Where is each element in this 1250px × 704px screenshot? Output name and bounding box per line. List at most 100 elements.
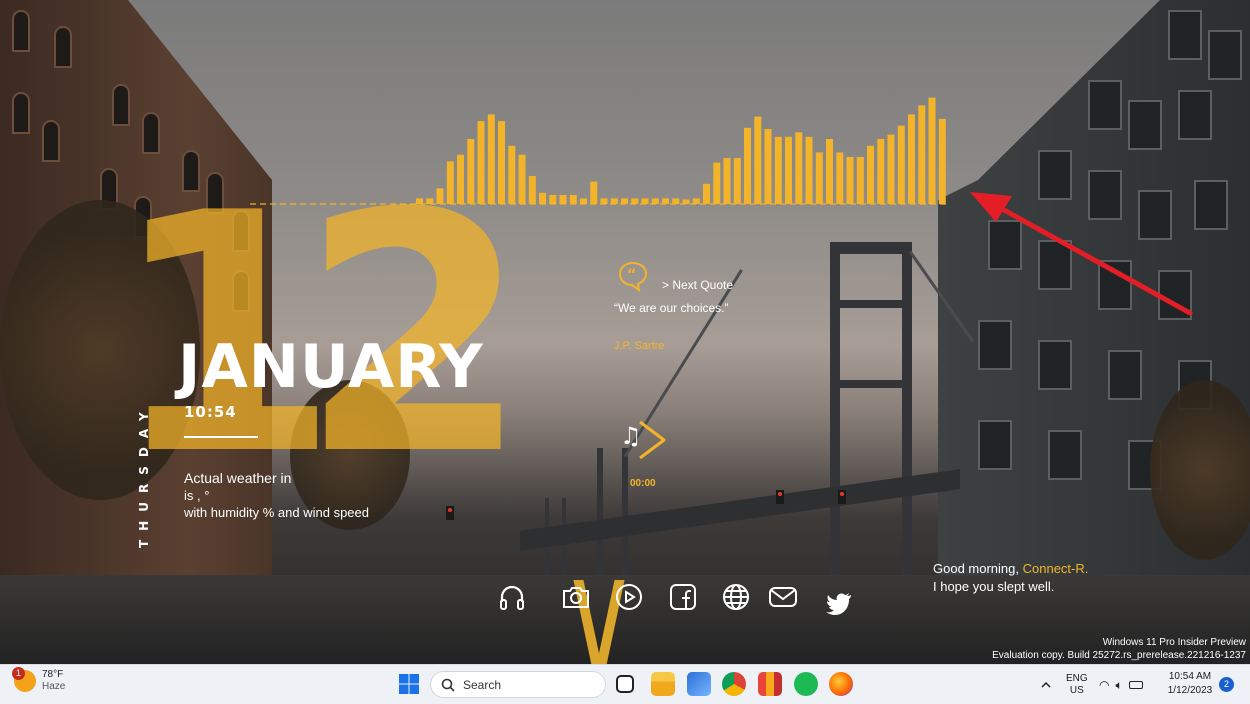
svg-text:“: “ bbox=[627, 267, 636, 283]
taskbar-clock[interactable]: 10:54 AM 1/12/2023 bbox=[1160, 670, 1220, 698]
traffic-signal bbox=[838, 490, 846, 504]
play-icon[interactable] bbox=[612, 580, 646, 614]
bridge-tower-beam bbox=[838, 300, 908, 308]
system-tray-icons[interactable]: ◠ 🔈︎ bbox=[1099, 665, 1143, 704]
visualizer-bar bbox=[662, 198, 669, 204]
bridge-tower-far bbox=[597, 448, 603, 576]
visualizer-bar bbox=[528, 176, 536, 204]
task-view-icon[interactable] bbox=[616, 675, 634, 693]
tree bbox=[1150, 380, 1250, 560]
taskbar-weather[interactable]: 1 78°F Haze bbox=[12, 667, 66, 693]
visualizer-bar bbox=[692, 198, 700, 204]
visualizer-bar bbox=[805, 136, 813, 204]
weather-line: is , ° bbox=[184, 488, 210, 503]
month-label: JANUARY bbox=[178, 332, 484, 402]
mail-icon[interactable] bbox=[766, 580, 800, 614]
visualizer-bar bbox=[856, 157, 864, 204]
music-player-icon[interactable]: ♫ bbox=[620, 418, 668, 464]
taskbar-search[interactable]: Search bbox=[430, 671, 606, 698]
visualizer-bar bbox=[539, 192, 546, 204]
visualizer-bar bbox=[764, 129, 772, 204]
quote-text: “We are our choices.” bbox=[614, 301, 729, 315]
volume-icon: 🔈︎ bbox=[1115, 677, 1123, 692]
visualizer-bar bbox=[774, 136, 782, 204]
visualizer-bar bbox=[600, 198, 608, 204]
twitter-icon[interactable] bbox=[822, 586, 856, 620]
taskbar: 1 78°F Haze Search ENG US ◠ 🔈︎ 10:54 AM … bbox=[0, 664, 1250, 704]
traffic-signal bbox=[776, 490, 784, 504]
weather-line: with humidity % and wind speed bbox=[184, 505, 369, 520]
language-indicator[interactable]: ENG US bbox=[1066, 665, 1088, 704]
bridge-tower bbox=[902, 242, 912, 577]
visualizer-bar bbox=[713, 162, 721, 204]
office-icon[interactable] bbox=[758, 672, 782, 696]
visualizer-bar bbox=[887, 134, 895, 204]
visualizer-bar bbox=[918, 105, 926, 204]
visualizer-bar bbox=[754, 116, 762, 204]
visualizer-bar bbox=[723, 158, 731, 204]
weather-widget: Actual weather in is , ° with humidity %… bbox=[184, 470, 369, 521]
watermark-line: Windows 11 Pro Insider Preview bbox=[1102, 637, 1246, 648]
clock-time-label: 10:54 AM bbox=[1168, 671, 1212, 682]
visualizer-bar bbox=[621, 198, 628, 204]
visualizer-bar bbox=[785, 136, 792, 204]
greeting-subtext: I hope you slept well. bbox=[933, 579, 1055, 594]
watermark-line: Evaluation copy. Build 25272.rs_prerelea… bbox=[992, 650, 1246, 661]
visualizer-bar bbox=[815, 152, 823, 204]
visualizer-bar bbox=[631, 198, 639, 204]
visualizer-bar bbox=[518, 154, 526, 204]
next-quote-link[interactable]: > Next Quote bbox=[662, 278, 733, 292]
wifi-icon: ◠ bbox=[1099, 678, 1110, 692]
weather-desc: Haze bbox=[42, 681, 66, 692]
quote-bubble-icon[interactable]: “ bbox=[617, 260, 649, 292]
visualizer-bar bbox=[897, 125, 905, 204]
quote-author: J.P. Sartre bbox=[614, 340, 665, 352]
greeting-widget: Good morning, Connect-R. I hope you slep… bbox=[933, 560, 1088, 596]
file-explorer-icon[interactable] bbox=[651, 672, 675, 696]
weather-temp: 78°F bbox=[42, 669, 64, 680]
headphones-icon[interactable] bbox=[495, 580, 529, 614]
visualizer-bar bbox=[590, 181, 598, 204]
firefox-icon[interactable] bbox=[829, 672, 853, 696]
visualizer-bar bbox=[826, 139, 833, 204]
visualizer-bar bbox=[795, 132, 803, 204]
globe-icon[interactable] bbox=[719, 580, 753, 614]
visualizer-bar bbox=[641, 198, 649, 204]
time-underline bbox=[184, 436, 258, 438]
spotify-icon[interactable] bbox=[794, 672, 818, 696]
remote-desktop-icon[interactable] bbox=[687, 672, 711, 696]
visualizer-bar bbox=[836, 152, 844, 204]
notification-badge[interactable]: 2 bbox=[1219, 677, 1234, 692]
bridge-tower-far bbox=[622, 448, 628, 576]
visualizer-bar bbox=[682, 199, 690, 204]
visualizer-bar bbox=[733, 158, 741, 204]
visualizer-bar bbox=[928, 97, 936, 204]
chrome-icon[interactable] bbox=[722, 672, 746, 696]
clock-date-label: 1/12/2023 bbox=[1167, 685, 1213, 696]
visualizer-bar bbox=[508, 145, 516, 204]
svg-text:♫: ♫ bbox=[620, 422, 642, 450]
battery-icon bbox=[1128, 681, 1143, 689]
visualizer-bar bbox=[703, 183, 710, 204]
bridge-tower-beam bbox=[830, 242, 912, 254]
bridge-tower-beam bbox=[838, 380, 908, 388]
visualizer-bar bbox=[559, 195, 567, 204]
visualizer-bar bbox=[610, 198, 618, 204]
greeting-prefix: Good morning, bbox=[933, 561, 1023, 576]
music-time: 00:00 bbox=[630, 478, 656, 489]
tray-overflow-chevron-icon[interactable] bbox=[1040, 665, 1052, 704]
windows-start-icon[interactable] bbox=[398, 673, 420, 695]
facebook-icon[interactable] bbox=[666, 580, 700, 614]
greeting-name: Connect-R. bbox=[1022, 561, 1089, 576]
weather-sun-icon: 1 bbox=[12, 667, 36, 692]
visualizer-bar bbox=[938, 118, 946, 204]
windows-watermark: Windows 11 Pro Insider Preview Evaluatio… bbox=[992, 636, 1246, 662]
weather-line: Actual weather in bbox=[184, 470, 292, 486]
bridge-tower bbox=[830, 242, 840, 577]
visualizer-bar bbox=[651, 198, 659, 204]
visualizer-bar bbox=[498, 121, 505, 204]
camera-icon[interactable] bbox=[559, 580, 593, 614]
desktop-wallpaper: 12 JANUARY 10:54 THURSDAY Actual weather… bbox=[0, 0, 1250, 664]
bridge-deck bbox=[520, 469, 960, 551]
visualizer-bar bbox=[549, 195, 557, 204]
